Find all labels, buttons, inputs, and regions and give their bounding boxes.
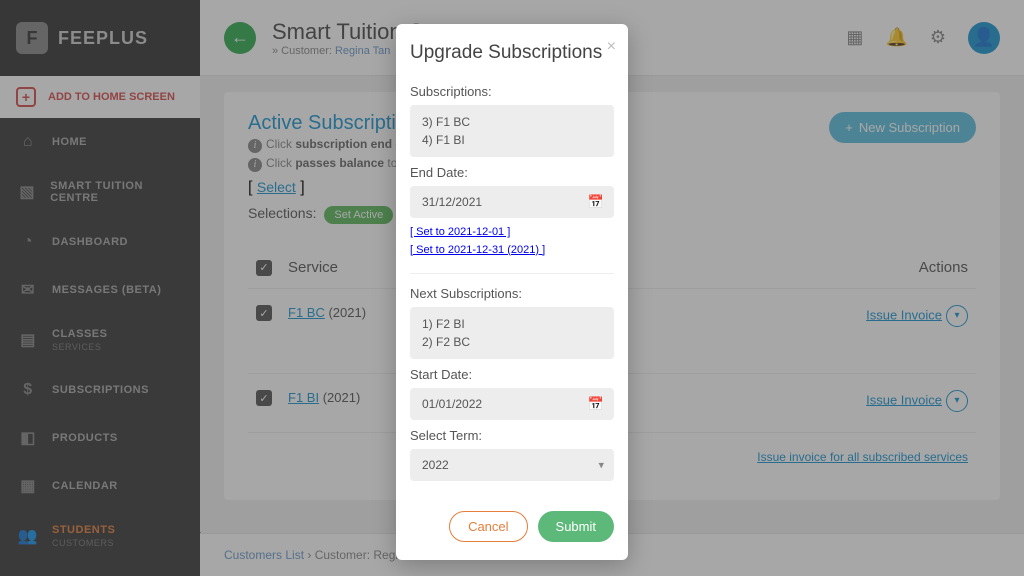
subscriptions-box: 3) F1 BC4) F1 BI <box>410 105 614 157</box>
set-2021-12-31-link[interactable]: [ Set to 2021-12-31 (2021) ] <box>410 244 545 256</box>
cancel-button[interactable]: Cancel <box>449 511 527 542</box>
upgrade-modal: × Upgrade Subscriptions Subscriptions: 3… <box>396 24 628 560</box>
calendar-icon[interactable]: 📅 <box>588 194 604 210</box>
end-date-label: End Date: <box>410 165 614 180</box>
start-date-input[interactable] <box>410 388 614 420</box>
calendar-icon[interactable]: 📅 <box>588 396 604 412</box>
end-date-quick-links: [ Set to 2021-12-01 ] [ Set to 2021-12-3… <box>410 224 614 259</box>
modal-title: Upgrade Subscriptions <box>410 42 614 64</box>
subscriptions-label: Subscriptions: <box>410 84 614 99</box>
start-date-label: Start Date: <box>410 367 614 382</box>
end-date-input[interactable] <box>410 186 614 218</box>
next-subs-box: 1) F2 BI2) F2 BC <box>410 307 614 359</box>
close-icon[interactable]: × <box>607 38 616 56</box>
next-subs-label: Next Subscriptions: <box>410 286 614 301</box>
set-2021-12-01-link[interactable]: [ Set to 2021-12-01 ] <box>410 226 510 238</box>
term-label: Select Term: <box>410 428 614 443</box>
term-select[interactable]: 2022 <box>410 449 614 481</box>
submit-button[interactable]: Submit <box>538 511 614 542</box>
divider <box>410 273 614 274</box>
